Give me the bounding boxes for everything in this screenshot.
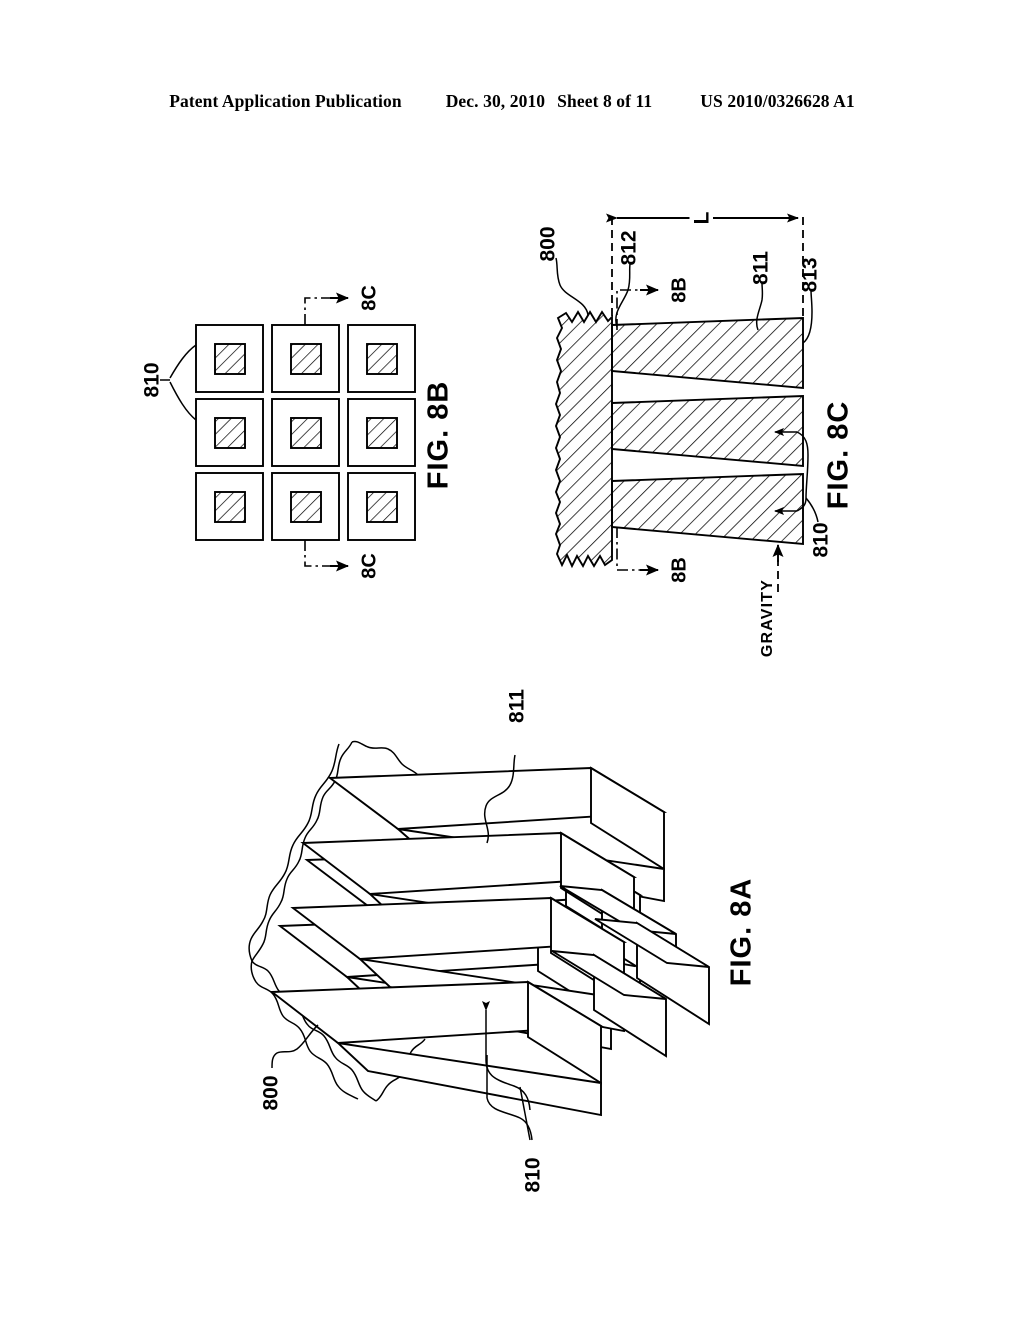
fig-8c-callout-812-leader	[615, 263, 631, 328]
fig-8c-substrate	[554, 310, 613, 569]
fig-8a-callout-811: 811	[506, 689, 529, 723]
fig-8c-callout-800: 800	[537, 226, 560, 261]
fig-8b-cell	[347, 398, 416, 467]
fig-8b-callout-810-leader	[160, 344, 197, 421]
fig-8b-cell	[195, 398, 264, 467]
fig-8a-callout-810: 810	[522, 1157, 545, 1192]
drawing-canvas: 810 8C 8C FIG. 8B L 8B 8B 800 812 811 81…	[141, 207, 855, 1193]
fig-8a-pillar	[269, 980, 605, 1117]
fig-8c-callout-812: 812	[618, 230, 641, 265]
fig-8a-caption: FIG. 8A	[726, 878, 758, 987]
fig-8c-callout-813-leader	[802, 289, 813, 344]
fig-8b-callout-810: 810	[141, 362, 164, 397]
fig-8c-callout-810: 810	[810, 522, 833, 557]
fig-8b-group: 810 8C 8C FIG. 8B	[141, 285, 455, 579]
fig-8a-callout-800: 800	[260, 1075, 283, 1110]
fig-8c-callout-813: 813	[799, 257, 822, 292]
fig-8b-caption: FIG. 8B	[423, 381, 455, 490]
fig-8b-cell	[271, 324, 340, 393]
fig-8c-section-label-bottom: 8B	[668, 557, 690, 583]
fig-8b-cell	[347, 472, 416, 541]
fig-8c-callout-811: 811	[750, 251, 773, 285]
fig-8a-callout-800-leader	[271, 1024, 319, 1069]
patent-sheet: Patent Application Publication Dec. 30, …	[0, 0, 1024, 1320]
fig-8b-cell	[195, 472, 264, 541]
fig-8c-pillar	[611, 395, 804, 468]
fig-8b-cell	[271, 472, 340, 541]
fig-8b-cell	[271, 398, 340, 467]
fig-8c-pillar	[611, 473, 804, 546]
fig-8b-section-label-top: 8C	[358, 285, 380, 311]
fig-8b-section-marker-bottom	[304, 540, 349, 572]
fig-8c-gravity-label: GRAVITY	[759, 579, 776, 657]
fig-8b-cell	[347, 324, 416, 393]
fig-8b-section-marker-top	[304, 292, 349, 325]
fig-8c-dimension-label-L: L	[691, 211, 714, 224]
fig-8c-callout-800-leader	[555, 257, 589, 316]
fig-8b-cell	[195, 324, 264, 393]
fig-8c-group: L 8B 8B 800 812 811 813 810 GRAVITY FIG.…	[537, 207, 855, 657]
fig-8a-group: 811 800 810 FIG. 8A	[248, 689, 758, 1193]
fig-8c-pillar	[611, 317, 804, 390]
fig-8b-section-label-bottom: 8C	[358, 553, 380, 579]
fig-8c-section-marker-bottom	[616, 527, 659, 576]
fig-8c-caption: FIG. 8C	[823, 401, 855, 510]
fig-8c-section-label-top: 8B	[668, 277, 690, 303]
fig-8c-dimension-L	[606, 212, 804, 316]
